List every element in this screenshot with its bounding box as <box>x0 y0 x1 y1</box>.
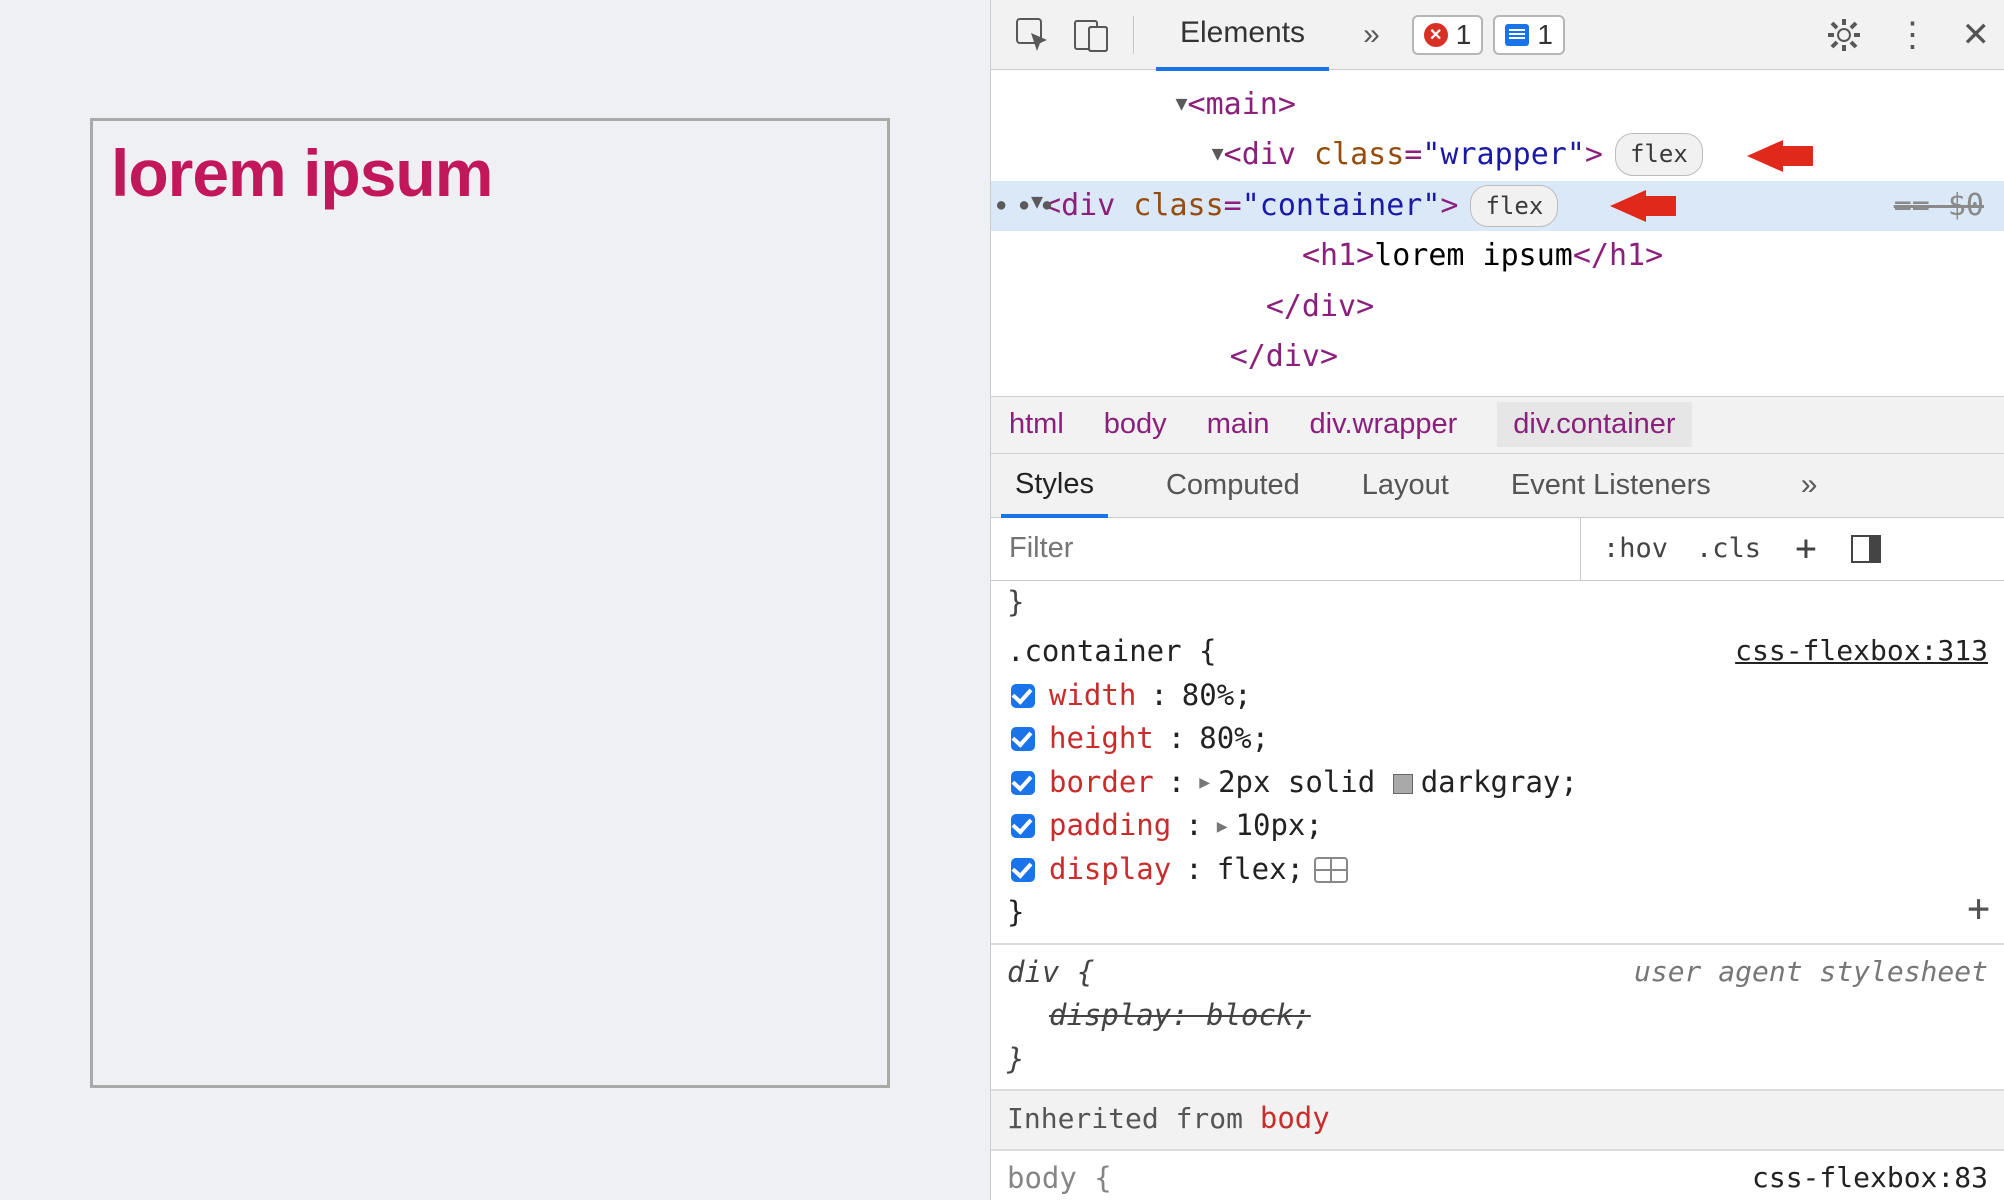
css-prop-width[interactable]: width: 80%; <box>1007 674 1988 718</box>
dom-node-container-selected[interactable]: ● ● ● ▼<div class="container">flex== $0 <box>991 181 2004 231</box>
css-rule-container[interactable]: css-flexbox:313 .container { width: 80%;… <box>991 624 2004 945</box>
crumb-body[interactable]: body <box>1104 408 1167 441</box>
color-swatch-icon[interactable] <box>1393 774 1413 794</box>
more-actions-icon[interactable]: ● ● ● <box>997 194 1054 218</box>
subtab-layout[interactable]: Layout <box>1358 457 1453 514</box>
crumb-container[interactable]: div.container <box>1497 402 1691 447</box>
cls-toggle[interactable]: .cls <box>1696 533 1761 564</box>
expand-arrow-icon[interactable]: ▼ <box>1212 137 1224 171</box>
dom-tree[interactable]: ▼<main> ▼<div class="wrapper">flex ● ● ●… <box>991 70 2004 396</box>
more-subtabs-icon[interactable]: » <box>1773 468 1830 502</box>
crumb-html[interactable]: html <box>1009 408 1064 441</box>
dom-node-div-close[interactable]: </div> <box>991 282 2004 332</box>
add-declaration-icon[interactable]: + <box>1967 880 1990 937</box>
css-prop-display[interactable]: display: flex; <box>1007 848 1988 892</box>
inherited-source[interactable]: body <box>1260 1101 1330 1135</box>
page-preview: lorem ipsum <box>0 0 990 1200</box>
css-prop-padding[interactable]: padding: ▶ 10px; <box>1007 804 1988 848</box>
css-prop-height[interactable]: height: 80%; <box>1007 717 1988 761</box>
message-icon <box>1505 24 1529 46</box>
dom-node-wrapper[interactable]: ▼<div class="wrapper">flex <box>991 130 2004 180</box>
expand-shorthand-icon[interactable]: ▶ <box>1199 769 1210 796</box>
inspect-element-icon[interactable] <box>1013 15 1053 55</box>
toolbar-separator <box>1133 16 1134 54</box>
css-rule-ua-div[interactable]: user agent stylesheet div { display: blo… <box>991 945 2004 1092</box>
styles-pane: } css-flexbox:313 .container { width: 80… <box>991 581 2004 1200</box>
kebab-menu-icon[interactable]: ⋮ <box>1896 15 1930 55</box>
message-badge[interactable]: 1 <box>1493 15 1565 55</box>
styles-filter-row: :hov .cls + <box>991 518 2004 581</box>
css-rule-close: } <box>1007 1038 1988 1082</box>
settings-gear-icon[interactable] <box>1824 15 1864 55</box>
toggle-checkbox[interactable] <box>1011 814 1035 838</box>
tag-div-open: <div <box>1224 137 1314 172</box>
annotation-arrow-icon <box>1610 190 1646 222</box>
flex-editor-icon[interactable] <box>1314 857 1348 883</box>
inherited-label: Inherited from <box>1007 1102 1260 1135</box>
error-badge[interactable]: ✕ 1 <box>1412 15 1484 55</box>
tag-main-open: <main> <box>1188 87 1296 122</box>
toggle-checkbox[interactable] <box>1011 858 1035 882</box>
subtab-styles[interactable]: Styles <box>1001 453 1108 518</box>
error-count: 1 <box>1456 19 1472 51</box>
css-prop-border[interactable]: border: ▶ 2px solid darkgray; <box>1007 761 1988 805</box>
expand-shorthand-icon[interactable]: ▶ <box>1217 813 1228 840</box>
hov-toggle[interactable]: :hov <box>1603 533 1668 564</box>
ua-stylesheet-label: user agent stylesheet <box>1634 951 1988 993</box>
styles-filter-input[interactable] <box>991 518 1581 580</box>
inherited-from-row: Inherited from body <box>991 1091 2004 1151</box>
devtools-toolbar: Elements » ✕ 1 1 ⋮ ✕ <box>991 0 2004 70</box>
annotation-arrow-icon <box>1747 140 1783 172</box>
error-icon: ✕ <box>1424 23 1448 47</box>
crumb-main[interactable]: main <box>1207 408 1270 441</box>
expand-arrow-icon[interactable]: ▼ <box>1031 185 1043 219</box>
device-toolbar-icon[interactable] <box>1071 15 1111 55</box>
tab-elements[interactable]: Elements <box>1156 0 1329 71</box>
breadcrumb: html body main div.wrapper div.container <box>991 396 2004 453</box>
expand-arrow-icon[interactable]: ▼ <box>1176 87 1188 121</box>
dom-node-main[interactable]: ▼<main> <box>991 80 2004 130</box>
css-rule-body-peek[interactable]: css-flexbox:83 body { <box>991 1151 2004 1200</box>
flex-badge[interactable]: flex <box>1470 185 1558 227</box>
toggle-checkbox[interactable] <box>1011 684 1035 708</box>
css-rule-close: } <box>1007 891 1988 935</box>
styles-subtabs: Styles Computed Layout Event Listeners » <box>991 454 2004 518</box>
rule-close-truncated: } <box>991 581 2004 625</box>
toggle-checkbox[interactable] <box>1011 771 1035 795</box>
new-style-rule-icon[interactable]: + <box>1789 528 1823 569</box>
selected-marker: == $0 <box>1894 181 2004 231</box>
flex-badge[interactable]: flex <box>1615 133 1703 175</box>
preview-heading: lorem ipsum <box>111 135 869 211</box>
more-tabs-icon[interactable]: » <box>1335 18 1402 52</box>
message-count: 1 <box>1537 19 1553 51</box>
css-selector[interactable]: body { <box>1007 1157 1988 1200</box>
css-source-link[interactable]: css-flexbox:313 <box>1735 630 1988 672</box>
preview-container: lorem ipsum <box>90 118 890 1088</box>
subtab-event-listeners[interactable]: Event Listeners <box>1507 457 1715 514</box>
close-devtools-icon[interactable]: ✕ <box>1962 15 1991 55</box>
css-prop-display-ua: display: block; <box>1049 998 1311 1032</box>
dom-node-h1[interactable]: <h1>lorem ipsum</h1> <box>991 231 2004 281</box>
toggle-sidebar-icon[interactable] <box>1851 535 1881 563</box>
crumb-wrapper[interactable]: div.wrapper <box>1310 408 1458 441</box>
dom-node-div-close[interactable]: </div> <box>991 332 2004 382</box>
devtools-panel: Elements » ✕ 1 1 ⋮ ✕ ▼<main> ▼<div class… <box>990 0 2004 1200</box>
subtab-computed[interactable]: Computed <box>1162 457 1304 514</box>
toggle-checkbox[interactable] <box>1011 727 1035 751</box>
